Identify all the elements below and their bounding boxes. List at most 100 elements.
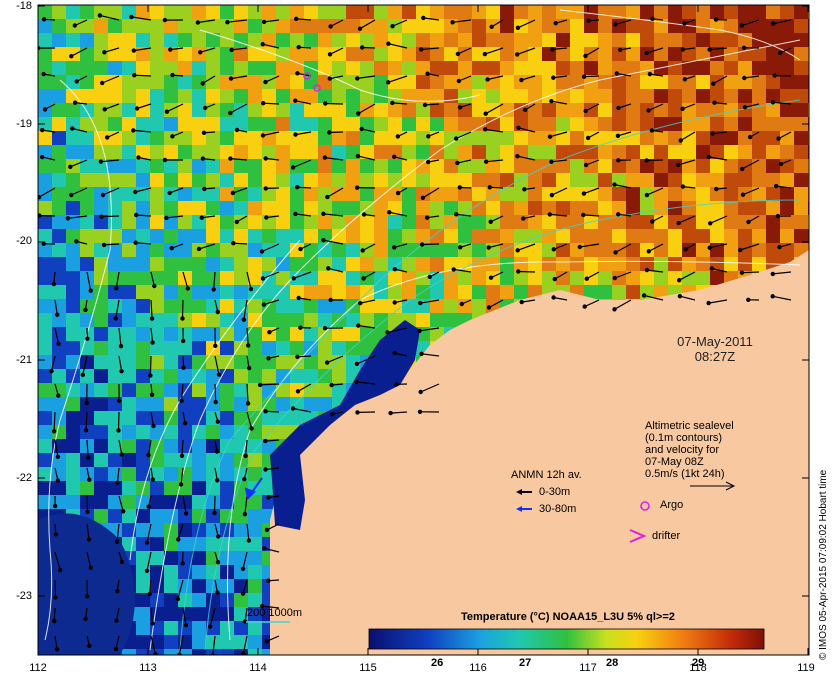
velocity-arrow-head — [215, 478, 220, 483]
velocity-arrow-head — [260, 276, 266, 281]
sst-pixel — [556, 173, 570, 187]
sst-pixel — [136, 355, 150, 369]
sst-pixel — [80, 243, 94, 257]
velocity-arrow-head — [80, 372, 86, 377]
sst-pixel — [374, 159, 388, 173]
sst-pixel — [626, 257, 640, 271]
sst-pixel — [570, 61, 584, 75]
sst-pixel — [668, 187, 682, 201]
sst-pixel — [164, 229, 178, 243]
sst-pixel — [164, 313, 178, 327]
velocity-arrow-head — [263, 186, 268, 191]
sst-pixel — [416, 117, 430, 131]
sst-pixel — [514, 257, 528, 271]
sst-pixel — [332, 47, 346, 61]
sst-pixel — [206, 383, 220, 397]
sst-pixel — [220, 579, 234, 593]
sst-pixel — [108, 271, 122, 285]
sst-pixel — [472, 61, 486, 75]
velocity-arrow-head — [647, 71, 653, 77]
sst-pixel — [612, 145, 626, 159]
velocity-arrow-head — [293, 211, 298, 217]
sst-pixel — [472, 187, 486, 201]
sst-pixel — [598, 173, 612, 187]
sst-pixel — [500, 5, 514, 19]
sst-pixel — [388, 103, 402, 117]
sst-pixel — [626, 145, 640, 159]
sst-pixel — [570, 229, 584, 243]
velocity-arrow-head — [680, 184, 686, 189]
sst-pixel — [724, 103, 738, 117]
sst-pixel — [668, 61, 682, 75]
velocity-arrow-head — [322, 326, 328, 331]
velocity-arrow-head — [234, 219, 239, 225]
sst-pixel — [80, 229, 94, 243]
sst-pixel — [304, 201, 318, 215]
sst-pixel — [276, 61, 290, 75]
sst-pixel — [178, 117, 192, 131]
sst-pixel — [486, 89, 500, 103]
velocity-arrow-head — [264, 639, 269, 644]
sst-pixel — [486, 173, 500, 187]
sst-pixel — [164, 565, 178, 579]
velocity-arrow-head — [581, 74, 587, 79]
sst-pixel — [416, 75, 430, 89]
velocity-arrow — [422, 243, 440, 246]
sst-pixel — [738, 229, 752, 243]
sst-pixel — [206, 509, 220, 523]
sst-pixel — [318, 159, 332, 173]
sst-pixel — [220, 5, 234, 19]
lon-label: 116 — [469, 662, 487, 674]
sst-pixel — [346, 159, 360, 173]
sst-pixel — [346, 285, 360, 299]
sst-pixel — [248, 187, 262, 201]
sst-pixel — [122, 313, 136, 327]
sst-pixel — [444, 229, 458, 243]
sst-pixel — [444, 257, 458, 271]
sst-pixel — [122, 145, 136, 159]
sst-pixel — [52, 229, 66, 243]
sst-pixel — [122, 327, 136, 341]
sst-pixel — [192, 355, 206, 369]
sst-pixel — [38, 33, 52, 47]
velocity-arrow-head — [42, 107, 48, 112]
sst-pixel — [206, 425, 220, 439]
sst-pixel — [122, 383, 136, 397]
sst-pixel — [654, 89, 668, 103]
sst-pixel — [122, 257, 136, 271]
velocity-arrow-head — [169, 245, 174, 251]
velocity-arrow-head — [290, 165, 296, 170]
sst-pixel — [402, 5, 416, 19]
velocity-arrow-head — [419, 351, 424, 356]
sst-pixel — [374, 299, 388, 313]
sst-pixel — [332, 173, 346, 187]
velocity-arrow-head — [710, 131, 715, 136]
sst-pixel — [626, 75, 640, 89]
velocity-arrow-head — [585, 135, 591, 141]
velocity-arrow-head — [240, 566, 246, 572]
sst-pixel — [178, 215, 192, 229]
velocity-arrow-head — [683, 247, 688, 252]
sst-pixel — [458, 229, 472, 243]
velocity-arrow-head — [144, 568, 150, 574]
sst-pixel — [780, 215, 794, 229]
sst-pixel — [584, 257, 598, 271]
velocity-arrow-head — [55, 312, 60, 317]
velocity-arrow-head — [322, 155, 328, 160]
sst-pixel — [290, 117, 304, 131]
sst-pixel — [150, 509, 164, 523]
sst-pixel — [752, 145, 766, 159]
sst-pixel — [388, 117, 402, 131]
sst-pixel — [80, 47, 94, 61]
sst-pixel — [136, 89, 150, 103]
sst-pixel — [514, 131, 528, 145]
sst-pixel — [444, 103, 458, 117]
sst-pixel — [234, 145, 248, 159]
sst-pixel — [808, 257, 809, 271]
sst-pixel — [192, 579, 206, 593]
sst-pixel — [416, 201, 430, 215]
velocity-arrow-head — [427, 274, 432, 279]
sst-pixel — [220, 593, 234, 607]
velocity-arrow-head — [116, 428, 121, 433]
sst-pixel — [192, 103, 206, 117]
